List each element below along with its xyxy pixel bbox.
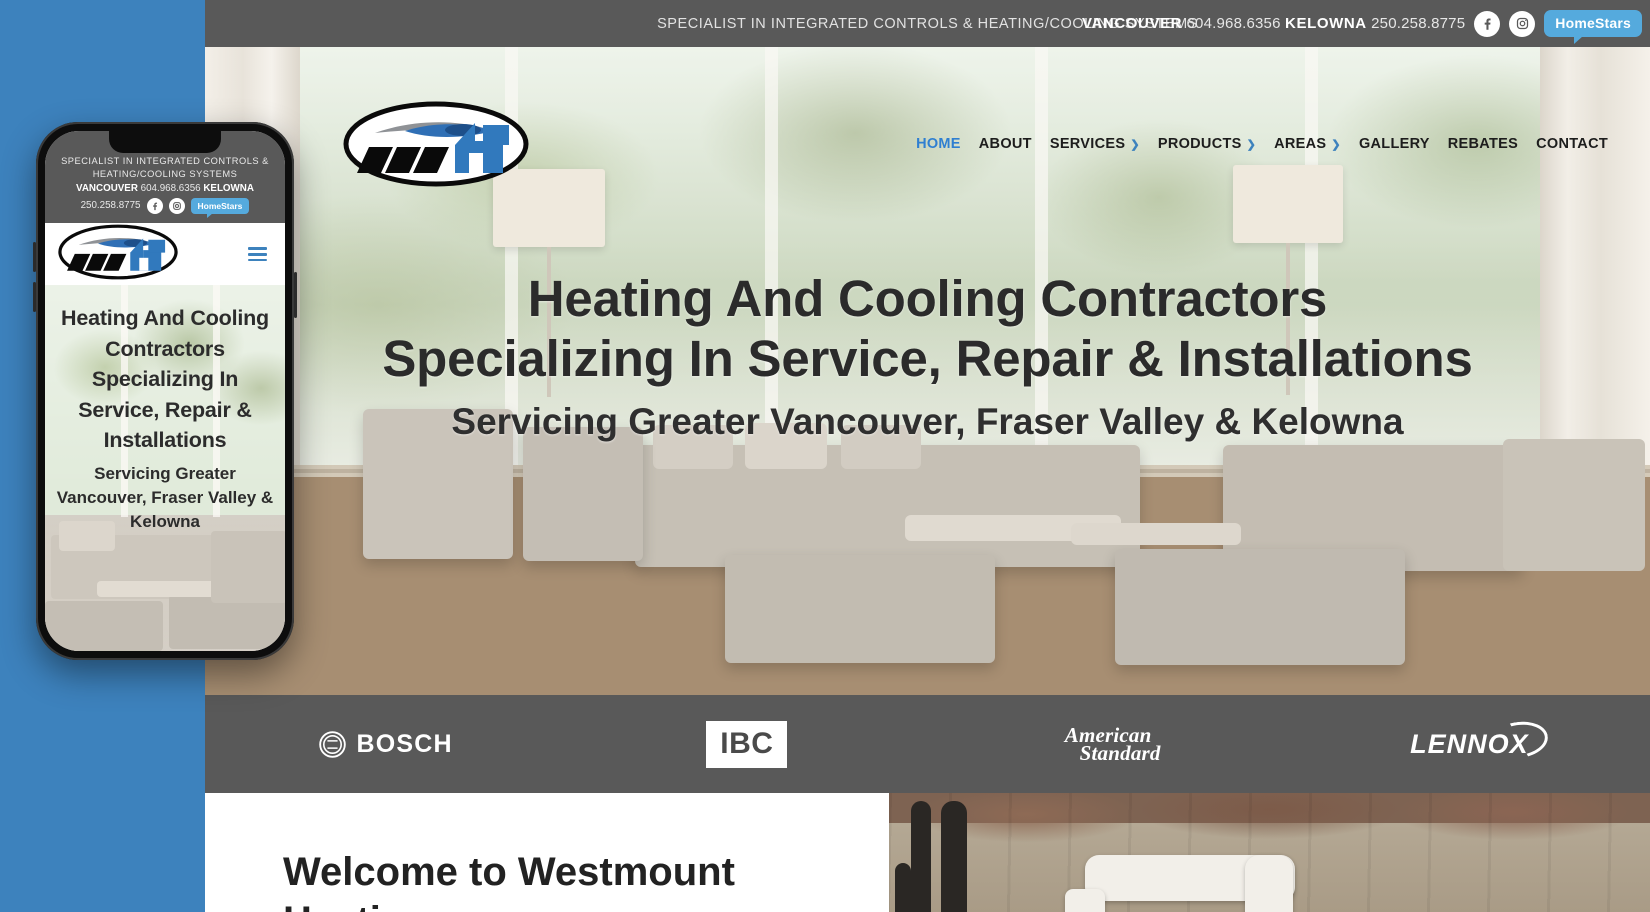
phone-hero-subheadline: Servicing Greater Vancouver, Fraser Vall… [56, 463, 274, 532]
phone-hero-text-block: Heating And Cooling Contractors Speciali… [45, 303, 285, 534]
nav-label: GALLERY [1358, 136, 1430, 152]
facebook-icon[interactable] [1474, 10, 1501, 37]
phone-numbers: VANCOUVER 604.968.6356 KELOWNA 250.258.8… [1082, 15, 1465, 32]
instagram-icon[interactable] [1509, 10, 1536, 37]
brand-label: BOSCH [356, 729, 453, 758]
site-logo[interactable] [58, 224, 178, 285]
phone-kelowna-label: KELOWNA [203, 183, 254, 195]
phone-notch [109, 131, 221, 153]
nav-item-rebates[interactable]: REBATES [1439, 130, 1527, 158]
phone-volume-buttons-2 [33, 282, 36, 312]
phone-power-button [294, 272, 297, 318]
hero-section: Heating And Cooling Contractors Speciali… [205, 47, 1650, 695]
phone-site-header [45, 223, 285, 286]
phone-tagline-line-2: HEATING/COOLING SYSTEMS [92, 168, 238, 179]
welcome-heading-line-2: Heating [283, 897, 889, 912]
chevron-down-icon: ❯ [1130, 138, 1140, 151]
phone-screen: SPECIALIST IN INTEGRATED CONTROLS & HEAT… [45, 131, 285, 651]
welcome-text-column: Welcome to Westmount Heating [205, 793, 889, 912]
hero-text-block: Heating And Cooling Contractors Speciali… [205, 269, 1650, 443]
phone-vancouver-number[interactable]: 604.968.6356 [141, 183, 201, 194]
hero-headline-line-1: Heating And Cooling Contractors [527, 270, 1328, 327]
kelowna-phone[interactable]: 250.258.8775 [1371, 15, 1465, 32]
main-navigation[interactable]: HOME ABOUT SERVICES ❯ PRODUCTS ❯ AREAS ❯ [907, 130, 1617, 158]
nav-item-gallery[interactable]: GALLERY [1350, 130, 1439, 158]
nav-label: ABOUT [978, 136, 1032, 152]
welcome-photo-boiler-room [889, 793, 1650, 912]
nav-label: CONTACT [1536, 136, 1608, 152]
website-canvas: SPECIALIST IN INTEGRATED CONTROLS & HEAT… [205, 0, 1650, 912]
hamburger-menu-icon[interactable] [248, 247, 267, 262]
site-logo[interactable] [343, 101, 529, 187]
nav-label: PRODUCTS [1157, 136, 1242, 152]
homestars-badge[interactable]: HomeStars [1544, 10, 1642, 44]
vancouver-label: VANCOUVER [1081, 15, 1183, 32]
brand-logo-american-standard[interactable]: American Standard [928, 724, 1289, 764]
nav-item-products[interactable]: PRODUCTS ❯ [1149, 130, 1265, 158]
phone-social-row: 250.258.8775 HomeStars [53, 197, 277, 218]
phone-tagline-line-1: SPECIALIST IN INTEGRATED CONTROLS & [61, 156, 269, 166]
nav-item-services[interactable]: SERVICES ❯ [1041, 130, 1149, 158]
brand-label: LENNOX [1410, 728, 1529, 759]
phone-kelowna-number[interactable]: 250.258.8775 [81, 199, 141, 213]
phone-volume-buttons [33, 242, 36, 272]
nav-item-home[interactable]: HOME [907, 130, 970, 158]
phone-contact-line: VANCOUVER 604.968.6356 KELOWNA [53, 182, 277, 196]
facebook-icon[interactable] [146, 198, 163, 215]
phone-hero-section: Heating And Cooling Contractors Speciali… [45, 285, 285, 651]
phone-mockup: SPECIALIST IN INTEGRATED CONTROLS & HEAT… [33, 122, 297, 660]
nav-label: REBATES [1447, 136, 1519, 152]
nav-item-areas[interactable]: AREAS ❯ [1265, 130, 1350, 158]
brand-label: IBC [706, 720, 788, 768]
brand-logo-lennox[interactable]: LENNOX [1289, 729, 1650, 760]
brand-logo-ibc[interactable]: IBC [566, 720, 927, 768]
instagram-icon[interactable] [168, 198, 185, 215]
chevron-down-icon: ❯ [1246, 138, 1257, 151]
hero-headline-line-2: Specializing In Service, Repair & Instal… [382, 330, 1473, 388]
brand-logo-bosch[interactable]: BOSCH [205, 730, 566, 759]
bosch-mark-icon [319, 730, 347, 758]
phone-hero-headline: Heating And Cooling Contractors Speciali… [61, 306, 269, 453]
phone-vancouver-label: VANCOUVER [76, 183, 138, 195]
top-utility-bar: SPECIALIST IN INTEGRATED CONTROLS & HEAT… [205, 0, 1650, 47]
nav-label: AREAS [1274, 136, 1327, 152]
nav-item-about[interactable]: ABOUT [970, 130, 1041, 158]
welcome-heading-line-1: Welcome to Westmount [283, 850, 735, 894]
nav-label: HOME [916, 136, 961, 152]
hero-subheadline: Servicing Greater Vancouver, Fraser Vall… [451, 401, 1404, 443]
homestars-badge[interactable]: HomeStars [190, 197, 250, 218]
chevron-down-icon: ❯ [1331, 138, 1341, 151]
site-header: HOME ABOUT SERVICES ❯ PRODUCTS ❯ AREAS ❯ [205, 94, 1650, 194]
brand-logos-strip: BOSCH IBC American Standard LENNOX [205, 695, 1650, 793]
topbar-contact-group: VANCOUVER 604.968.6356 KELOWNA 250.258.8… [1082, 10, 1642, 44]
welcome-section: Welcome to Westmount Heating [205, 793, 1650, 912]
vancouver-phone[interactable]: 604.968.6356 [1186, 15, 1280, 32]
kelowna-label: KELOWNA [1285, 15, 1367, 32]
nav-label: SERVICES [1049, 136, 1126, 152]
nav-item-contact[interactable]: CONTACT [1527, 130, 1617, 158]
